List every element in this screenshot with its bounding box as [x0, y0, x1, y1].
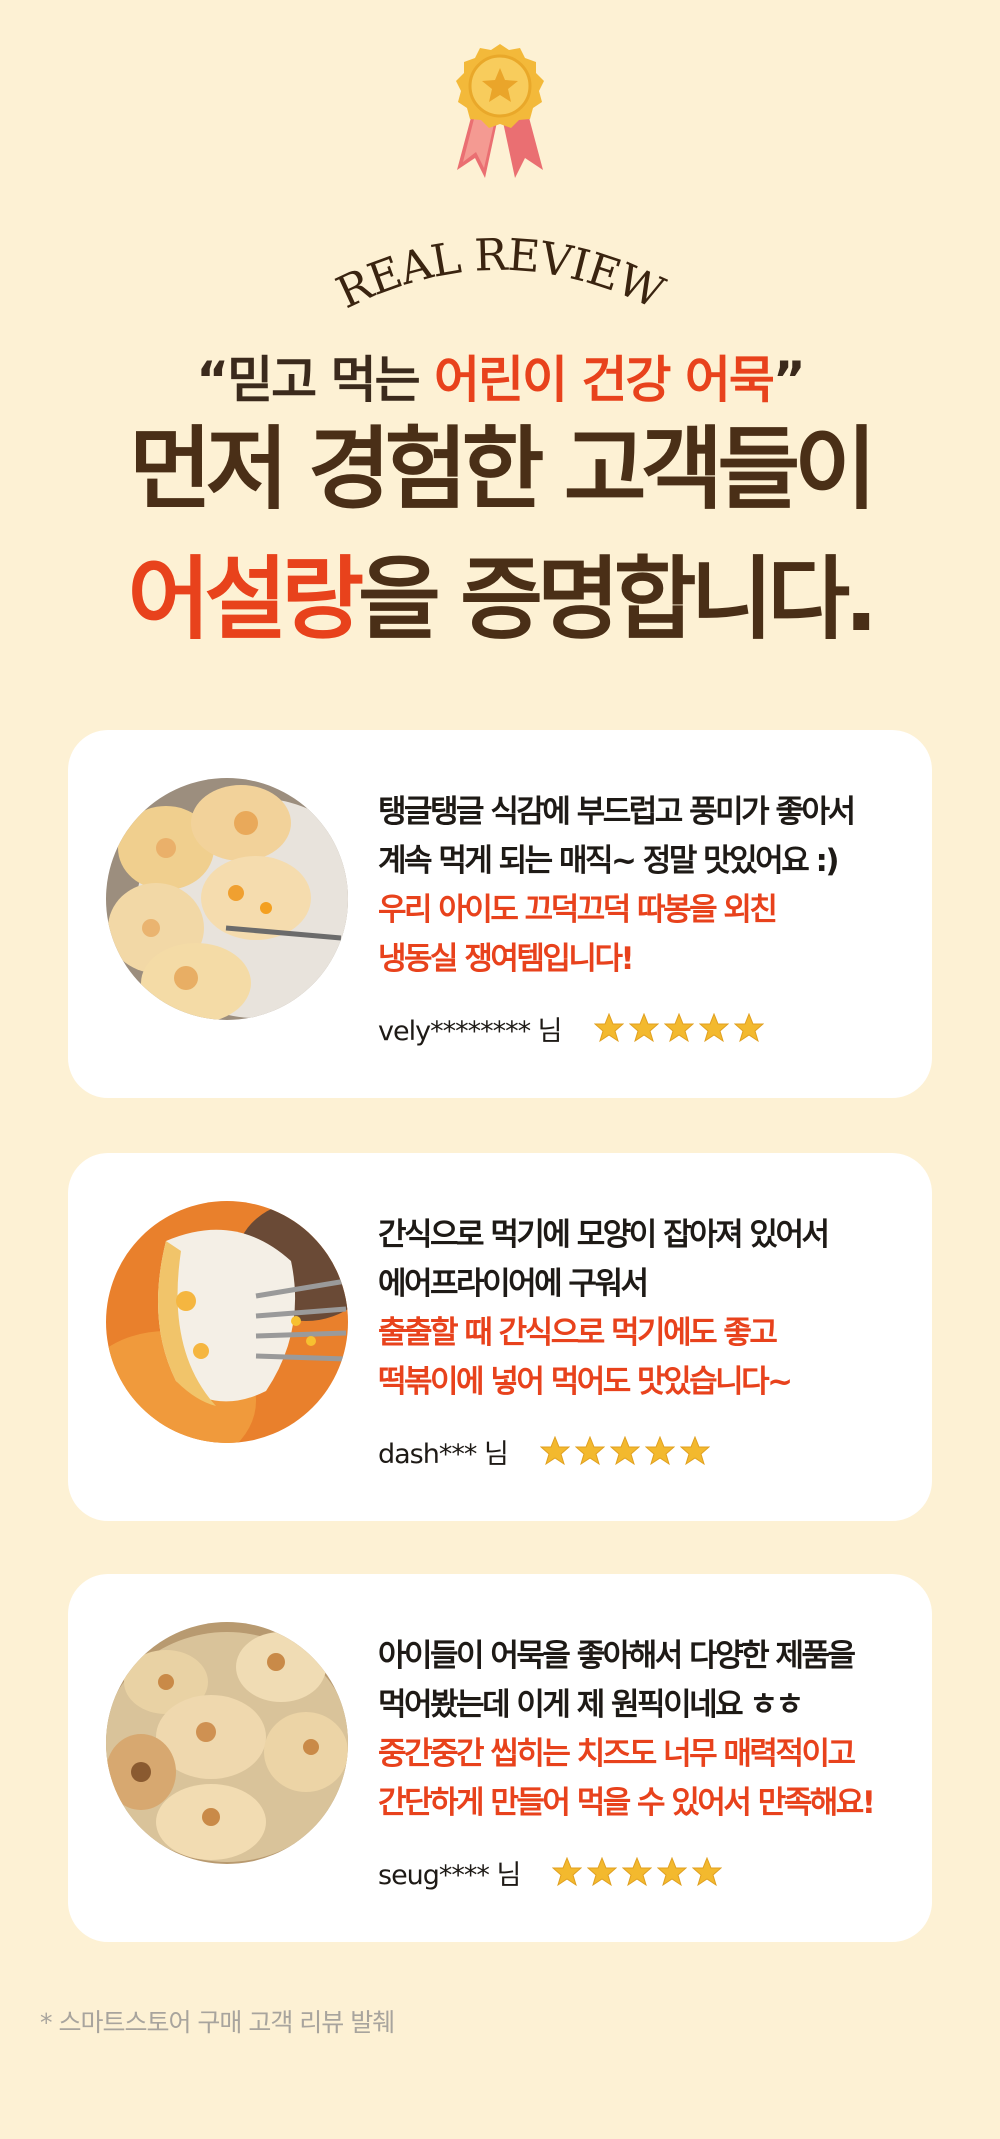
- star-icon: [679, 1436, 710, 1466]
- star-icon: [593, 1013, 624, 1043]
- review-text: 아이들이 어묵을 좋아해서 다양한 제품을 먹어봤는데 이게 제 원픽이네요 ㅎ…: [378, 1638, 876, 1821]
- footnote: * 스마트스토어 구매 고객 리뷰 발췌: [40, 2008, 395, 2037]
- review-card: 탱글탱글 식감에 부드럽고 풍미가 좋아서 계속 먹게 되는 매직~ 정말 맛있…: [68, 730, 932, 1098]
- star-icon: [622, 1857, 653, 1887]
- star-icon: [663, 1013, 694, 1043]
- fish-cake-in-sauce-photo: [106, 1201, 348, 1443]
- fish-cake-patties-photo: [106, 778, 348, 1020]
- quote-highlight: 어린이 건강 어묵: [434, 351, 775, 409]
- star-icon: [733, 1013, 764, 1043]
- star-icon: [552, 1857, 583, 1887]
- star-rating: [552, 1857, 723, 1887]
- review-author: dash*** 님: [378, 1431, 710, 1471]
- headline-line1: 먼저 경험한 고객들이: [129, 417, 877, 522]
- review-text: 간식으로 먹기에 모양이 잡아져 있어서 에어프라이어에 구워서 출출할 때 간…: [378, 1217, 830, 1400]
- star-icon: [539, 1436, 570, 1466]
- medal-ribbon-icon: [456, 44, 544, 178]
- headline-line2: 어설랑을 증명합니다.: [127, 547, 879, 652]
- star-icon: [574, 1436, 605, 1466]
- star-icon: [692, 1857, 723, 1887]
- star-icon: [698, 1013, 729, 1043]
- grilled-fish-cakes-plate-photo: [106, 1622, 348, 1864]
- star-icon: [587, 1857, 618, 1887]
- brand-highlight: 어설랑: [127, 547, 364, 652]
- review-text: 탱글탱글 식감에 부드럽고 풍미가 좋아서 계속 먹게 되는 매직~ 정말 맛있…: [378, 794, 856, 977]
- star-icon: [628, 1013, 659, 1043]
- star-icon: [609, 1436, 640, 1466]
- review-author: vely******** 님: [378, 1008, 764, 1048]
- star-rating: [539, 1436, 710, 1466]
- review-card: 아이들이 어묵을 좋아해서 다양한 제품을 먹어봤는데 이게 제 원픽이네요 ㅎ…: [68, 1574, 932, 1942]
- real-review-arc-title: REAL REVIEW: [329, 230, 673, 320]
- star-icon: [657, 1857, 688, 1887]
- star-rating: [593, 1013, 764, 1043]
- sub-quote: “믿고 먹는 어린이 건강 어묵”: [196, 351, 805, 409]
- star-icon: [644, 1436, 675, 1466]
- review-card: 간식으로 먹기에 모양이 잡아져 있어서 에어프라이어에 구워서 출출할 때 간…: [68, 1153, 932, 1521]
- svg-text:REAL REVIEW: REAL REVIEW: [329, 230, 672, 320]
- review-author: seug**** 님: [378, 1852, 723, 1892]
